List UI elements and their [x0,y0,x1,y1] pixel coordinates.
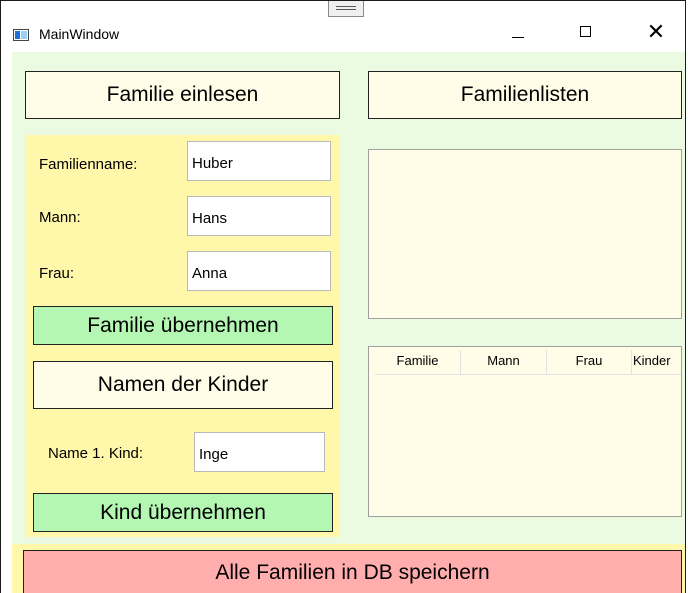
drag-grip-icon[interactable] [328,1,364,17]
familienname-label: Familienname: [39,156,138,173]
column-header-kinder[interactable]: Kinder [632,350,681,374]
app-window-icon [13,29,29,41]
frau-label: Frau: [39,265,75,282]
namen-der-kinder-button[interactable]: Namen der Kinder [33,361,333,409]
title-bar[interactable]: MainWindow ✕ [1,1,685,47]
familienname-field[interactable] [187,141,331,181]
kind-field[interactable] [194,432,325,472]
minimize-button[interactable] [495,17,541,47]
alle-familien-speichern-button[interactable]: Alle Familien in DB speichern [23,550,682,593]
familie-uebernehmen-button[interactable]: Familie übernehmen [33,306,333,345]
frau-field[interactable] [187,251,331,291]
mann-field[interactable] [187,196,331,236]
window-title: MainWindow [39,26,120,42]
kind-label: Name 1. Kind: [48,445,144,462]
column-header-mann[interactable]: Mann [461,350,547,374]
kind-uebernehmen-button[interactable]: Kind übernehmen [33,493,333,532]
column-header-familie[interactable]: Familie [375,350,461,374]
familie-einlesen-button[interactable]: Familie einlesen [25,71,340,119]
column-header-frau[interactable]: Frau [547,350,632,374]
maximize-button[interactable] [563,17,609,47]
familienlisten-button[interactable]: Familienlisten [368,71,682,119]
main-window: MainWindow ✕ Familie einlesen Familienli… [0,0,686,593]
mann-label: Mann: [39,209,81,226]
listview-header: Familie Mann Frau Kinder [375,350,681,375]
familien-listbox[interactable] [368,149,682,319]
familien-listview[interactable]: Familie Mann Frau Kinder [368,346,682,517]
close-button[interactable]: ✕ [633,17,679,47]
